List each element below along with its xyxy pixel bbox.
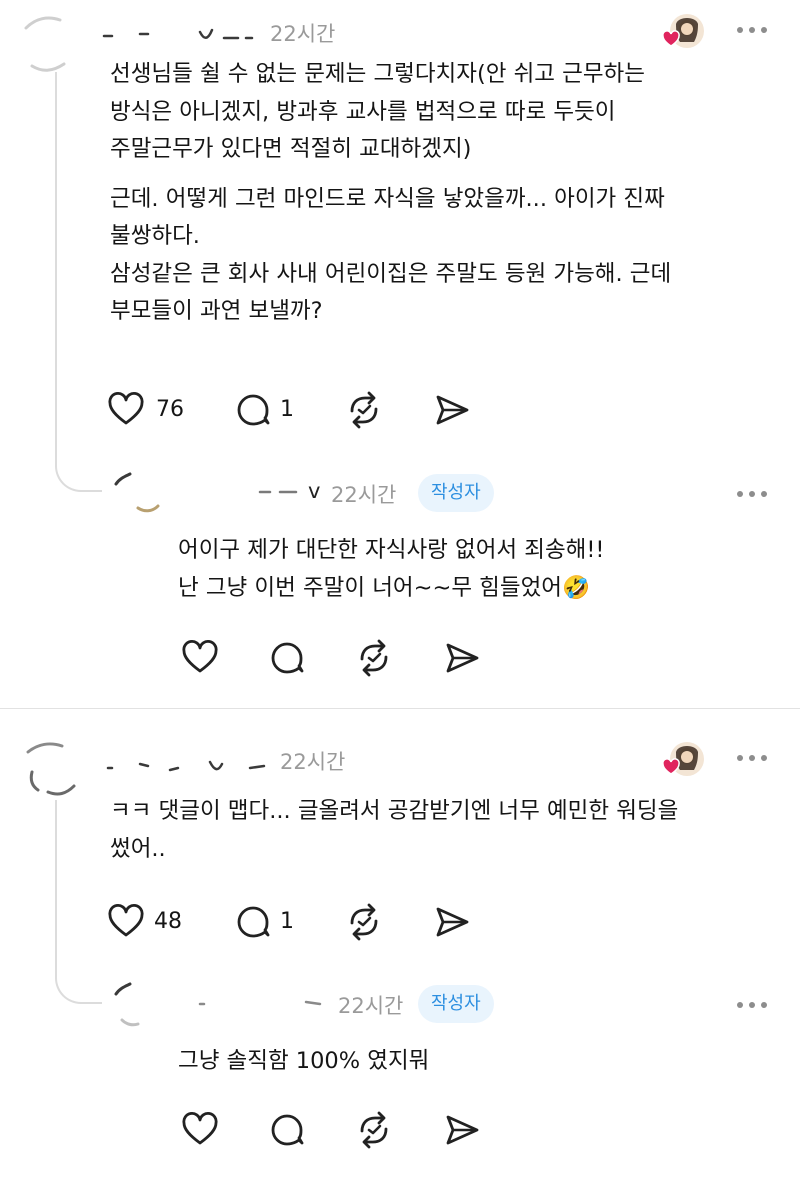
repost-arrows-icon bbox=[344, 902, 384, 942]
more-options-icon[interactable] bbox=[737, 753, 767, 765]
heart-icon bbox=[662, 30, 680, 47]
heart-outline-icon bbox=[180, 1110, 220, 1150]
send-paper-plane-icon bbox=[432, 390, 472, 430]
speech-bubble-icon bbox=[234, 390, 274, 430]
redacted-avatar-scribble bbox=[24, 16, 66, 72]
send-paper-plane-icon bbox=[432, 902, 472, 942]
heart-outline-icon bbox=[106, 390, 146, 430]
author-badge: 작성자 bbox=[418, 474, 494, 512]
reply-line: 그냥 솔직함 100% 였지뭐 bbox=[178, 1048, 430, 1074]
comment-line: 방식은 아니겠지, 방과후 교사를 법적으로 따로 두듯이 bbox=[110, 98, 616, 125]
username-fragment: v bbox=[308, 479, 321, 503]
redacted-username-scribble bbox=[106, 760, 266, 772]
share-button[interactable] bbox=[432, 902, 472, 942]
like-button[interactable] bbox=[180, 1110, 220, 1150]
thread-line bbox=[55, 72, 57, 452]
repost-arrows-icon bbox=[354, 638, 394, 678]
author-badge: 작성자 bbox=[418, 985, 494, 1023]
heart-icon bbox=[662, 758, 680, 775]
send-paper-plane-icon bbox=[442, 638, 482, 678]
comment-line: 주말근무가 있다면 적절히 교대하겠지) bbox=[110, 136, 472, 162]
reply-timestamp: 22시간 bbox=[331, 483, 397, 507]
redacted-username-scribble bbox=[102, 28, 254, 40]
heart-outline-icon bbox=[180, 638, 220, 678]
repost-button[interactable] bbox=[354, 1110, 394, 1150]
reply-button[interactable] bbox=[268, 1110, 308, 1150]
repost-button[interactable] bbox=[344, 902, 384, 942]
repost-button[interactable] bbox=[344, 390, 384, 430]
comment-body: ㅋㅋ 댓글이 맵다... 글올려서 공감받기엔 너무 예민한 워딩을 썼어.. bbox=[110, 793, 678, 868]
reply-body: 어이구 제가 대단한 자식사랑 없어서 죄송해!! 난 그냥 이번 주말이 너어… bbox=[178, 532, 604, 607]
thread-connector bbox=[55, 962, 102, 1004]
heart-outline-icon bbox=[106, 902, 146, 942]
reply-count: 1 bbox=[280, 397, 294, 422]
reply-line: 난 그냥 이번 주말이 너어~~무 힘들었어🤣 bbox=[178, 574, 590, 601]
comment-line: ㅋㅋ 댓글이 맵다... 글올려서 공감받기엔 너무 예민한 워딩을 bbox=[110, 798, 679, 824]
comment-timestamp: 22시간 bbox=[280, 750, 346, 774]
reply-button[interactable] bbox=[268, 638, 308, 678]
like-button[interactable] bbox=[106, 902, 146, 942]
speech-bubble-icon bbox=[234, 902, 274, 942]
redacted-username-scribble bbox=[198, 1000, 322, 1006]
redacted-avatar-scribble bbox=[114, 982, 140, 1027]
repost-button[interactable] bbox=[354, 638, 394, 678]
redacted-avatar-scribble bbox=[114, 472, 160, 513]
repost-arrows-icon bbox=[354, 1110, 394, 1150]
reply-button[interactable] bbox=[234, 390, 274, 430]
share-button[interactable] bbox=[442, 638, 482, 678]
speech-bubble-icon bbox=[268, 1110, 308, 1150]
comment-line: 삼성같은 큰 회사 사내 어린이집은 주말도 등원 가능해. 근데 bbox=[110, 260, 672, 287]
more-options-icon[interactable] bbox=[737, 25, 767, 37]
redacted-avatar-scribble bbox=[26, 742, 76, 796]
more-options-icon[interactable] bbox=[737, 1000, 767, 1012]
thread-divider bbox=[0, 708, 800, 709]
share-button[interactable] bbox=[432, 390, 472, 430]
like-count: 48 bbox=[154, 909, 182, 934]
comment-line: 선생님들 쉴 수 없는 문제는 그렇다치자(안 쉬고 근무하는 bbox=[110, 61, 645, 87]
reply-button[interactable] bbox=[234, 902, 274, 942]
reply-body: 그냥 솔직함 100% 였지뭐 bbox=[178, 1043, 429, 1081]
like-button[interactable] bbox=[106, 390, 146, 430]
speech-bubble-icon bbox=[268, 638, 308, 678]
comment-body: 선생님들 쉴 수 없는 문제는 그렇다치자(안 쉬고 근무하는 방식은 아니겠지… bbox=[110, 56, 671, 331]
comment-line: 근데. 어떻게 그런 마인드로 자식을 낳았을까... 아이가 진짜 bbox=[110, 185, 665, 212]
share-button[interactable] bbox=[442, 1110, 482, 1150]
reply-timestamp: 22시간 bbox=[338, 994, 404, 1018]
thread-connector bbox=[55, 450, 102, 492]
more-options-icon[interactable] bbox=[737, 489, 767, 501]
comment-line: 부모들이 과연 보낼까? bbox=[110, 298, 323, 324]
reply-line: 어이구 제가 대단한 자식사랑 없어서 죄송해!! bbox=[178, 537, 605, 563]
thread-line bbox=[55, 800, 57, 964]
reply-count: 1 bbox=[280, 909, 294, 934]
repost-arrows-icon bbox=[344, 390, 384, 430]
like-count: 76 bbox=[156, 397, 184, 422]
redacted-username-scribble bbox=[258, 490, 298, 494]
comment-line: 불쌍하다. bbox=[110, 223, 200, 249]
comment-line: 썼어.. bbox=[110, 835, 166, 862]
send-paper-plane-icon bbox=[442, 1110, 482, 1150]
comment-timestamp: 22시간 bbox=[270, 22, 336, 46]
like-button[interactable] bbox=[180, 638, 220, 678]
